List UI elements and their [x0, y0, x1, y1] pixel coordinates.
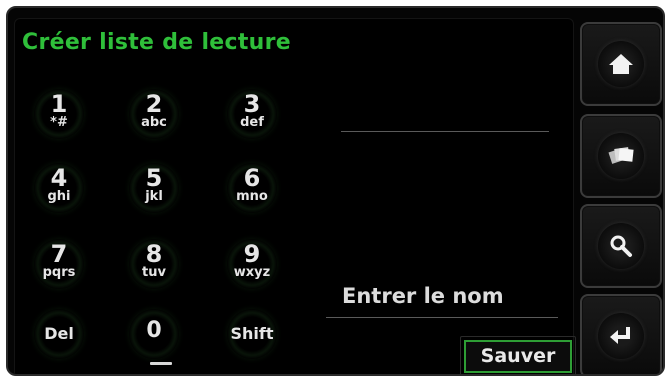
divider-line — [341, 131, 549, 132]
page-title: Créer liste de lecture — [22, 30, 291, 55]
key-letters: wxyz — [233, 265, 271, 280]
search-button[interactable] — [580, 204, 662, 288]
key-2[interactable]: 2 abc — [118, 84, 190, 144]
key-digit: 6 — [243, 164, 261, 192]
name-input[interactable]: Entrer le nom — [342, 284, 504, 308]
enter-button[interactable] — [580, 294, 662, 374]
delete-label: Del — [44, 324, 74, 343]
key-digit: 8 — [145, 240, 163, 268]
key-digit: 4 — [50, 164, 68, 192]
key-digit: 9 — [243, 240, 261, 268]
device-screen: Créer liste de lecture 1 *# 2 abc 3 def … — [6, 6, 665, 376]
key-1[interactable]: 1 *# — [23, 84, 95, 144]
key-letters: jkl — [145, 189, 163, 204]
key-letters: pqrs — [42, 265, 76, 280]
key-6[interactable]: 6 mno — [216, 158, 288, 218]
key-4[interactable]: 4 ghi — [23, 158, 95, 218]
key-digit: 5 — [145, 164, 163, 192]
playlist-panel — [14, 18, 574, 374]
home-button[interactable] — [580, 22, 662, 106]
key-8[interactable]: 8 tuv — [118, 234, 190, 294]
key-letters: def — [240, 115, 264, 130]
shift-key[interactable]: Shift — [216, 304, 288, 364]
key-digit: 3 — [243, 90, 261, 118]
key-letters: mno — [236, 189, 268, 204]
key-7[interactable]: 7 pqrs — [23, 234, 95, 294]
key-3[interactable]: 3 def — [216, 84, 288, 144]
key-digit: 2 — [145, 90, 163, 118]
key-letters: tuv — [142, 265, 166, 280]
key-9[interactable]: 9 wxyz — [216, 234, 288, 294]
key-letters: abc — [141, 115, 167, 130]
key-digit: 0 — [146, 318, 162, 343]
name-input-underline — [326, 317, 558, 318]
delete-key[interactable]: Del — [23, 304, 95, 364]
key-letters: ghi — [47, 189, 71, 204]
playlist-button[interactable] — [580, 114, 662, 198]
shift-label: Shift — [230, 324, 274, 343]
key-letters: *# — [50, 115, 68, 130]
sidebar — [576, 18, 662, 374]
key-digit: 7 — [50, 240, 68, 268]
key-5[interactable]: 5 jkl — [118, 158, 190, 218]
key-0[interactable]: 0 — [118, 304, 190, 364]
save-button[interactable]: Sauver — [460, 336, 576, 374]
text-cursor — [150, 362, 172, 365]
key-digit: 1 — [50, 90, 68, 118]
